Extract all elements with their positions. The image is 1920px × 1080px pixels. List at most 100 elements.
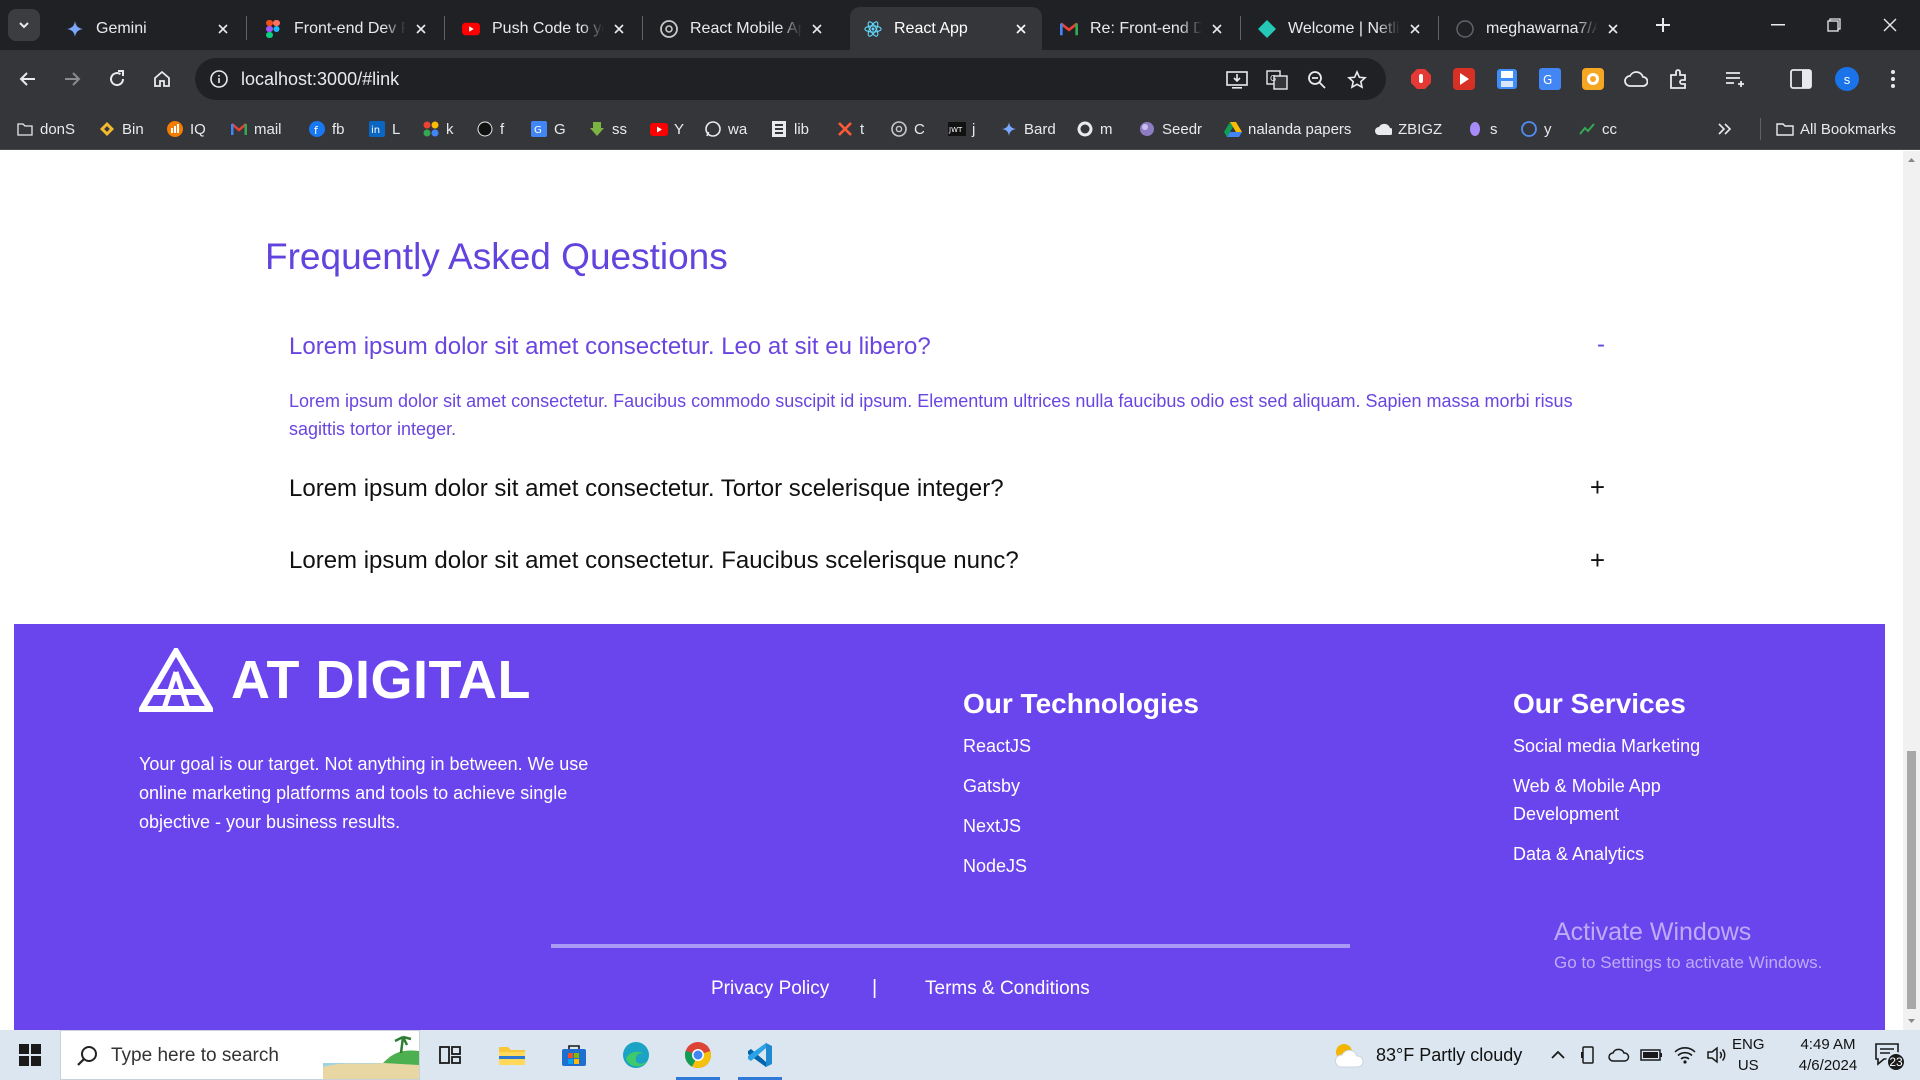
bookmark-star-icon[interactable] [1345,68,1369,92]
color-extension-icon[interactable] [1580,66,1606,92]
bookmark-item[interactable]: m [1076,118,1113,140]
battery-icon[interactable] [1640,1048,1664,1062]
bookmark-item[interactable]: s [1466,118,1498,140]
google-translate-icon[interactable]: G [1537,66,1563,92]
privacy-policy-link[interactable]: Privacy Policy [711,978,829,1000]
tab-react-mobile-app[interactable]: React Mobile App [646,7,838,50]
bookmark-item[interactable]: f fb [308,118,345,140]
video-extension-icon[interactable] [1451,66,1477,92]
address-bar[interactable]: localhost:3000/#link G [195,58,1386,100]
brand-logo[interactable]: AT DIGITAL [139,648,531,712]
task-view-button[interactable] [422,1030,478,1080]
vscode-button[interactable] [732,1030,788,1080]
faq-question[interactable]: Lorem ipsum dolor sit amet consectetur. … [289,475,1004,502]
bookmark-item[interactable]: Y [650,118,684,140]
faq-item-2[interactable]: Lorem ipsum dolor sit amet consectetur. … [289,472,1605,503]
expand-toggle[interactable]: + [1590,472,1605,503]
translate-icon[interactable]: G [1265,68,1289,92]
tab-search-button[interactable] [8,9,40,41]
bookmark-item[interactable]: cc [1578,118,1617,140]
extensions-icon[interactable] [1666,66,1692,92]
taskbar-search-box[interactable]: Type here to search [60,1030,420,1080]
media-controls-icon[interactable] [1722,66,1748,92]
bookmark-item[interactable]: GG [530,118,566,140]
reload-button[interactable] [101,63,133,95]
all-bookmarks-button[interactable]: All Bookmarks [1776,118,1896,140]
install-app-icon[interactable] [1225,68,1249,92]
close-icon[interactable] [610,20,628,38]
chevron-up-icon[interactable] [1550,1049,1566,1061]
faq-question[interactable]: Lorem ipsum dolor sit amet consectetur. … [289,547,1019,574]
profile-avatar[interactable]: s [1834,66,1860,92]
edge-button[interactable] [608,1030,664,1080]
volume-icon[interactable] [1706,1046,1728,1064]
bookmark-item[interactable]: lib [770,118,809,140]
bookmark-item[interactable]: Bin [98,118,144,140]
close-icon[interactable] [214,20,232,38]
tab-front-end-dev-project[interactable]: Front-end Dev Project [250,7,442,50]
collapse-toggle[interactable]: - [1597,331,1605,359]
bookmark-item[interactable]: in L [368,118,400,140]
scroll-down-icon[interactable] [1903,1014,1920,1028]
bookmark-item[interactable]: donS [16,118,75,140]
bookmark-item[interactable]: f [476,118,504,140]
scroll-up-icon[interactable] [1903,153,1920,167]
close-icon[interactable] [1604,20,1622,38]
chrome-button[interactable] [670,1030,726,1080]
more-bookmarks-button[interactable] [1718,118,1732,140]
device-icon[interactable] [1580,1046,1596,1064]
weather-widget[interactable]: 83°F Partly cloudy [1332,1030,1522,1080]
footer-link[interactable]: ReactJS [963,732,1031,760]
tab-react-app[interactable]: React App [850,7,1042,50]
tab-re-front-end-dev[interactable]: Re: Front-end Dev [1046,7,1238,50]
footer-link[interactable]: Web & Mobile App Development [1513,772,1733,828]
forward-button[interactable] [56,63,88,95]
faq-item-3[interactable]: Lorem ipsum dolor sit amet consectetur. … [289,545,1605,576]
bookmark-item[interactable]: k [422,118,454,140]
wifi-icon[interactable] [1674,1046,1696,1064]
tab-gemini[interactable]: Gemini [52,7,244,50]
footer-link[interactable]: Social media Marketing [1513,732,1733,760]
close-icon[interactable] [412,20,430,38]
vertical-scrollbar[interactable] [1903,151,1920,1030]
bookmark-item[interactable]: mail [230,118,282,140]
bookmark-item[interactable]: JWT j [948,118,975,140]
bookmark-item[interactable]: Seedr [1138,118,1202,140]
bookmark-item[interactable]: IQ [166,118,206,140]
close-icon[interactable] [1208,20,1226,38]
side-panel-icon[interactable] [1788,66,1814,92]
close-icon[interactable] [1012,20,1030,38]
tab-push-code[interactable]: Push Code to your repo [448,7,640,50]
bookmark-item[interactable]: ZBIGZ [1374,118,1442,140]
new-tab-button[interactable] [1649,11,1677,39]
close-window-button[interactable] [1862,0,1918,50]
menu-kebab-icon[interactable] [1880,66,1906,92]
close-icon[interactable] [1406,20,1424,38]
onedrive-icon[interactable] [1608,1047,1630,1063]
start-button[interactable] [0,1030,60,1080]
minimize-button[interactable] [1750,0,1806,50]
footer-link[interactable]: Data & Analytics [1513,840,1733,868]
microsoft-store-button[interactable] [546,1030,602,1080]
notifications-button[interactable]: 23 [1868,1030,1908,1080]
bookmark-item[interactable]: wa [704,118,747,140]
faq-question[interactable]: Lorem ipsum dolor sit amet consectetur. … [289,333,931,360]
back-button[interactable] [12,63,44,95]
footer-link[interactable]: NodeJS [963,852,1031,880]
adblock-icon[interactable] [1408,66,1434,92]
tab-github[interactable]: meghawarna7/AT [1442,7,1634,50]
cloud-extension-icon[interactable] [1623,66,1649,92]
zoom-icon[interactable] [1305,68,1329,92]
scrollbar-thumb[interactable] [1907,751,1916,1009]
footer-link[interactable]: NextJS [963,812,1031,840]
bookmark-item[interactable]: nalanda papers [1224,118,1351,140]
bookmark-item[interactable]: C [890,118,925,140]
bookmark-item[interactable]: ss [588,118,627,140]
close-icon[interactable] [808,20,826,38]
clock[interactable]: 4:49 AM 4/6/2024 [1780,1030,1876,1080]
bookmark-item[interactable]: y [1520,118,1552,140]
faq-item-1[interactable]: Lorem ipsum dolor sit amet consectetur. … [289,331,1605,361]
expand-toggle[interactable]: + [1590,545,1605,576]
terms-link[interactable]: Terms & Conditions [925,978,1090,1000]
bookmark-item[interactable]: t [836,118,864,140]
